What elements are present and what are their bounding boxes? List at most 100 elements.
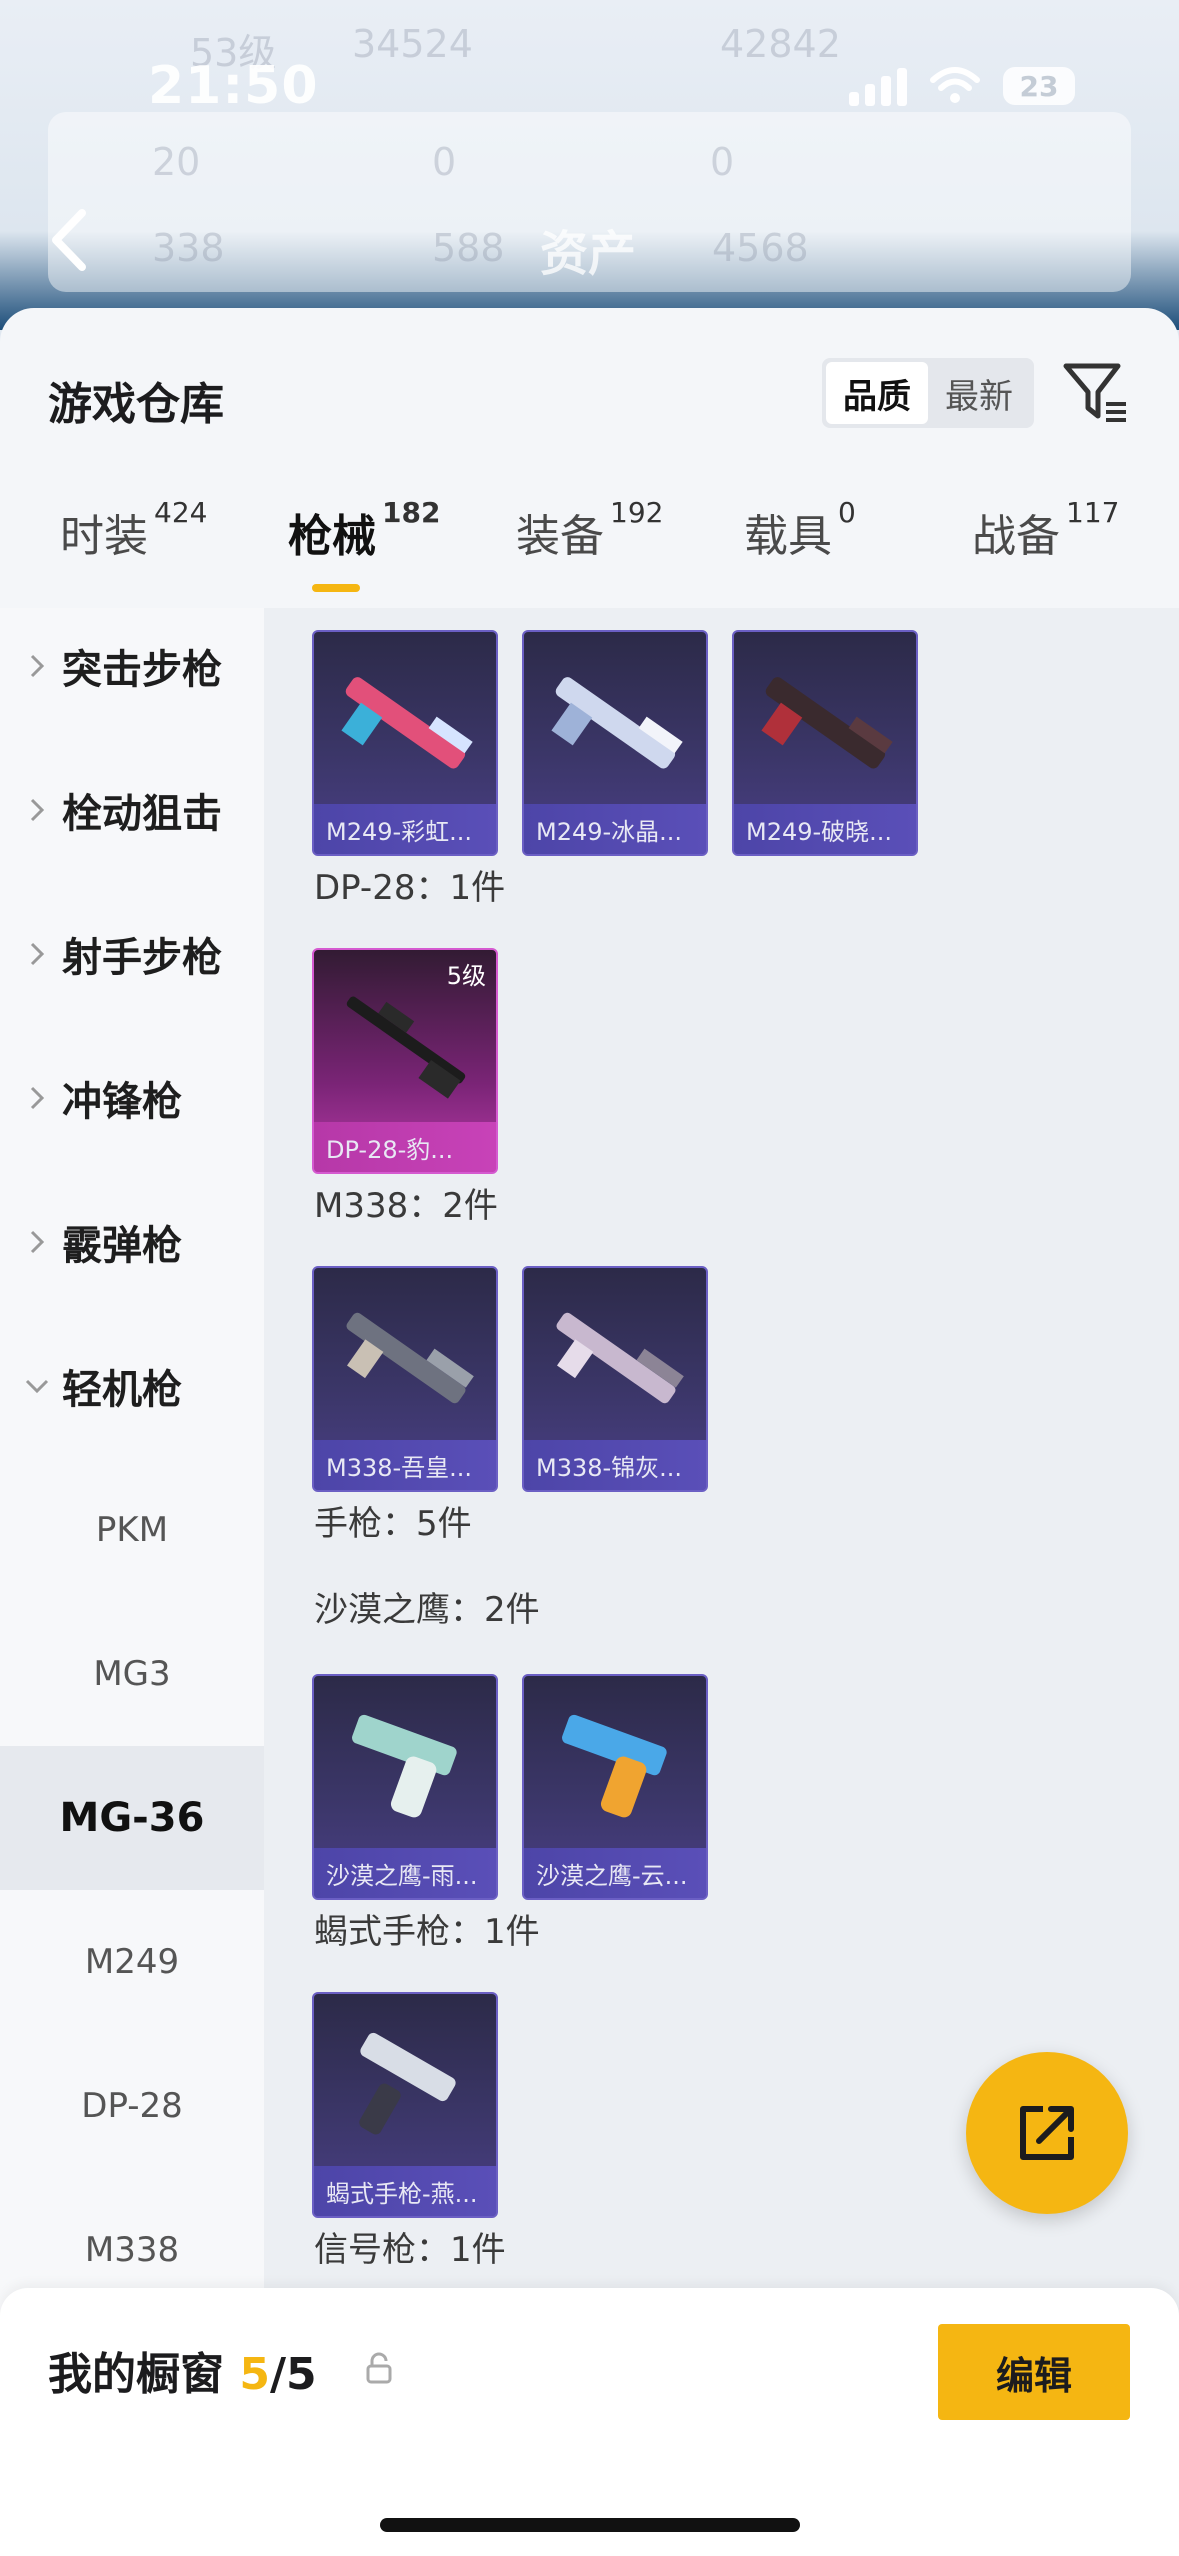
chevron-down-icon (25, 1379, 49, 1394)
sidebar-item-label: 轻机枪 (62, 1367, 182, 1413)
sidebar-subitem-mg36[interactable]: MG-36 (0, 1746, 264, 1890)
weapon-card[interactable]: 沙漠之鹰-雨... (312, 1674, 498, 1900)
sidebar-item-lmg[interactable]: 轻机枪 (0, 1314, 264, 1458)
tab-gear[interactable]: 装备 192 (516, 496, 663, 564)
back-icon[interactable] (44, 205, 96, 275)
weapon-name: M249-彩虹... (314, 804, 496, 854)
page-title: 资产 (540, 226, 637, 282)
weapon-card[interactable]: M249-破晓... (732, 630, 918, 856)
chevron-right-icon (30, 1086, 45, 1110)
tab-label: 装备 (516, 511, 604, 562)
ghost-stat: 588 (432, 226, 505, 270)
chevron-right-icon (30, 654, 45, 678)
weapon-name: M338-锦灰... (524, 1440, 706, 1490)
tab-count: 424 (154, 496, 208, 529)
sidebar-item-label: 冲锋枪 (62, 1079, 182, 1125)
active-tab-indicator (312, 584, 360, 592)
weapon-name: DP-28-豹... (314, 1122, 496, 1172)
weapon-card[interactable]: M249-冰晶... (522, 630, 708, 856)
sidebar-item-label: 霰弹枪 (62, 1223, 182, 1269)
status-time: 21:50 (148, 56, 319, 116)
showcase-total: /5 (269, 2349, 317, 2400)
group-label: 信号枪：1件 (314, 2230, 506, 2270)
chevron-right-icon (30, 942, 45, 966)
m249-skin-image (341, 677, 473, 769)
weapon-name: M249-冰晶... (524, 804, 706, 854)
weapon-card[interactable]: 蝎式手枪-燕... (312, 1992, 498, 2218)
chevron-right-icon (30, 1230, 45, 1254)
sidebar-item-label: 栓动狙击 (62, 791, 222, 837)
group-label: 沙漠之鹰：2件 (314, 1590, 540, 1630)
weapon-card[interactable]: M249-彩虹... (312, 630, 498, 856)
share-button[interactable] (966, 2052, 1128, 2214)
sidebar-subitem-pkm[interactable]: PKM (0, 1458, 264, 1602)
sidebar-item-shotgun[interactable]: 霰弹枪 (0, 1170, 264, 1314)
group-label: DP-28：1件 (314, 868, 506, 908)
home-indicator (380, 2518, 800, 2532)
weapon-card[interactable]: 沙漠之鹰-云... (522, 1674, 708, 1900)
warehouse-sheet: 游戏仓库 品质 最新 时装 424 枪械 182 装备 192 载具 0 战备 117 突… (0, 308, 1179, 2556)
weapon-card[interactable]: M338-锦灰... (522, 1266, 708, 1492)
weapon-name: 沙漠之鹰-云... (524, 1848, 706, 1898)
showcase-bar: 我的橱窗 5/5 编辑 (0, 2288, 1179, 2556)
signal-icon (849, 66, 907, 106)
share-icon (1020, 2106, 1074, 2160)
ghost-stat: 34524 (352, 22, 473, 66)
group-label: 手枪：5件 (314, 1504, 472, 1544)
weapon-card[interactable]: M338-吾皇... (312, 1266, 498, 1492)
lock-icon (366, 2352, 392, 2384)
sidebar-subitem-m249[interactable]: M249 (0, 1890, 264, 2034)
tab-vehicles[interactable]: 载具 0 (744, 496, 856, 564)
weapon-card[interactable]: 5级 DP-28-豹... (312, 948, 498, 1174)
sidebar-item-smg[interactable]: 冲锋枪 (0, 1026, 264, 1170)
sidebar-subitem-mg3[interactable]: MG3 (0, 1602, 264, 1746)
dp28-skin-image (346, 996, 466, 1099)
warehouse-title: 游戏仓库 (48, 379, 224, 430)
tab-label: 枪械 (288, 511, 376, 562)
tab-guns[interactable]: 枪械 182 (288, 496, 440, 564)
m338-skin-image (346, 1312, 474, 1404)
tab-fashion[interactable]: 时装 424 (60, 496, 207, 564)
ghost-stat: 0 (432, 140, 457, 184)
tab-count: 0 (838, 496, 856, 529)
tab-count: 117 (1066, 496, 1120, 529)
tab-label: 载具 (744, 511, 832, 562)
ghost-stat: 4568 (712, 226, 809, 270)
ghost-stat: 0 (710, 140, 735, 184)
sidebar-subitem-dp28[interactable]: DP-28 (0, 2034, 264, 2178)
chevron-right-icon (30, 798, 45, 822)
desert-eagle-skin-image (562, 1714, 667, 1818)
group-label: 蝎式手枪：1件 (314, 1912, 540, 1952)
sidebar-item-label: 射手步枪 (62, 935, 222, 981)
wifi-icon (930, 67, 980, 103)
group-label: M338：2件 (314, 1186, 498, 1226)
sidebar-item-marksman-rifle[interactable]: 射手步枪 (0, 882, 264, 1026)
battery-icon: 23 (1003, 67, 1075, 105)
sort-newest-button[interactable]: 最新 (928, 362, 1030, 424)
tab-supplies[interactable]: 战备 117 (972, 496, 1119, 564)
edit-button[interactable]: 编辑 (938, 2324, 1130, 2420)
filter-icon[interactable] (1060, 358, 1130, 428)
tab-count: 192 (610, 496, 664, 529)
weapon-name: M338-吾皇... (314, 1440, 496, 1490)
tab-label: 战备 (972, 511, 1060, 562)
weapon-name: 沙漠之鹰-雨... (314, 1848, 496, 1898)
showcase-title: 我的橱窗 (48, 2349, 224, 2400)
weapon-name: M249-破晓... (734, 804, 916, 854)
scorpion-pistol-skin-image (359, 2032, 456, 2135)
weapon-name: 蝎式手枪-燕... (314, 2166, 496, 2216)
sidebar-item-assault-rifle[interactable]: 突击步枪 (0, 594, 264, 738)
ghost-stat: 338 (152, 226, 225, 270)
tab-label: 时装 (60, 511, 148, 562)
category-sidebar: 突击步枪 栓动狙击 射手步枪 冲锋枪 霰弹枪 轻机枪 PKM MG3 MG-36… (0, 608, 264, 2556)
sidebar-item-bolt-sniper[interactable]: 栓动狙击 (0, 738, 264, 882)
m249-skin-image (761, 677, 893, 769)
ghost-stat: 42842 (720, 22, 841, 66)
m249-skin-image (551, 677, 683, 769)
showcase-count: 5 (239, 2349, 270, 2400)
status-icons: 23 (849, 66, 1075, 106)
weapon-list: M249-彩虹... M249-冰晶... M249-破晓... DP-28：1… (264, 608, 1179, 2556)
sort-toggle: 品质 最新 (822, 358, 1034, 428)
sort-quality-button[interactable]: 品质 (826, 362, 928, 424)
desert-eagle-skin-image (352, 1714, 457, 1818)
